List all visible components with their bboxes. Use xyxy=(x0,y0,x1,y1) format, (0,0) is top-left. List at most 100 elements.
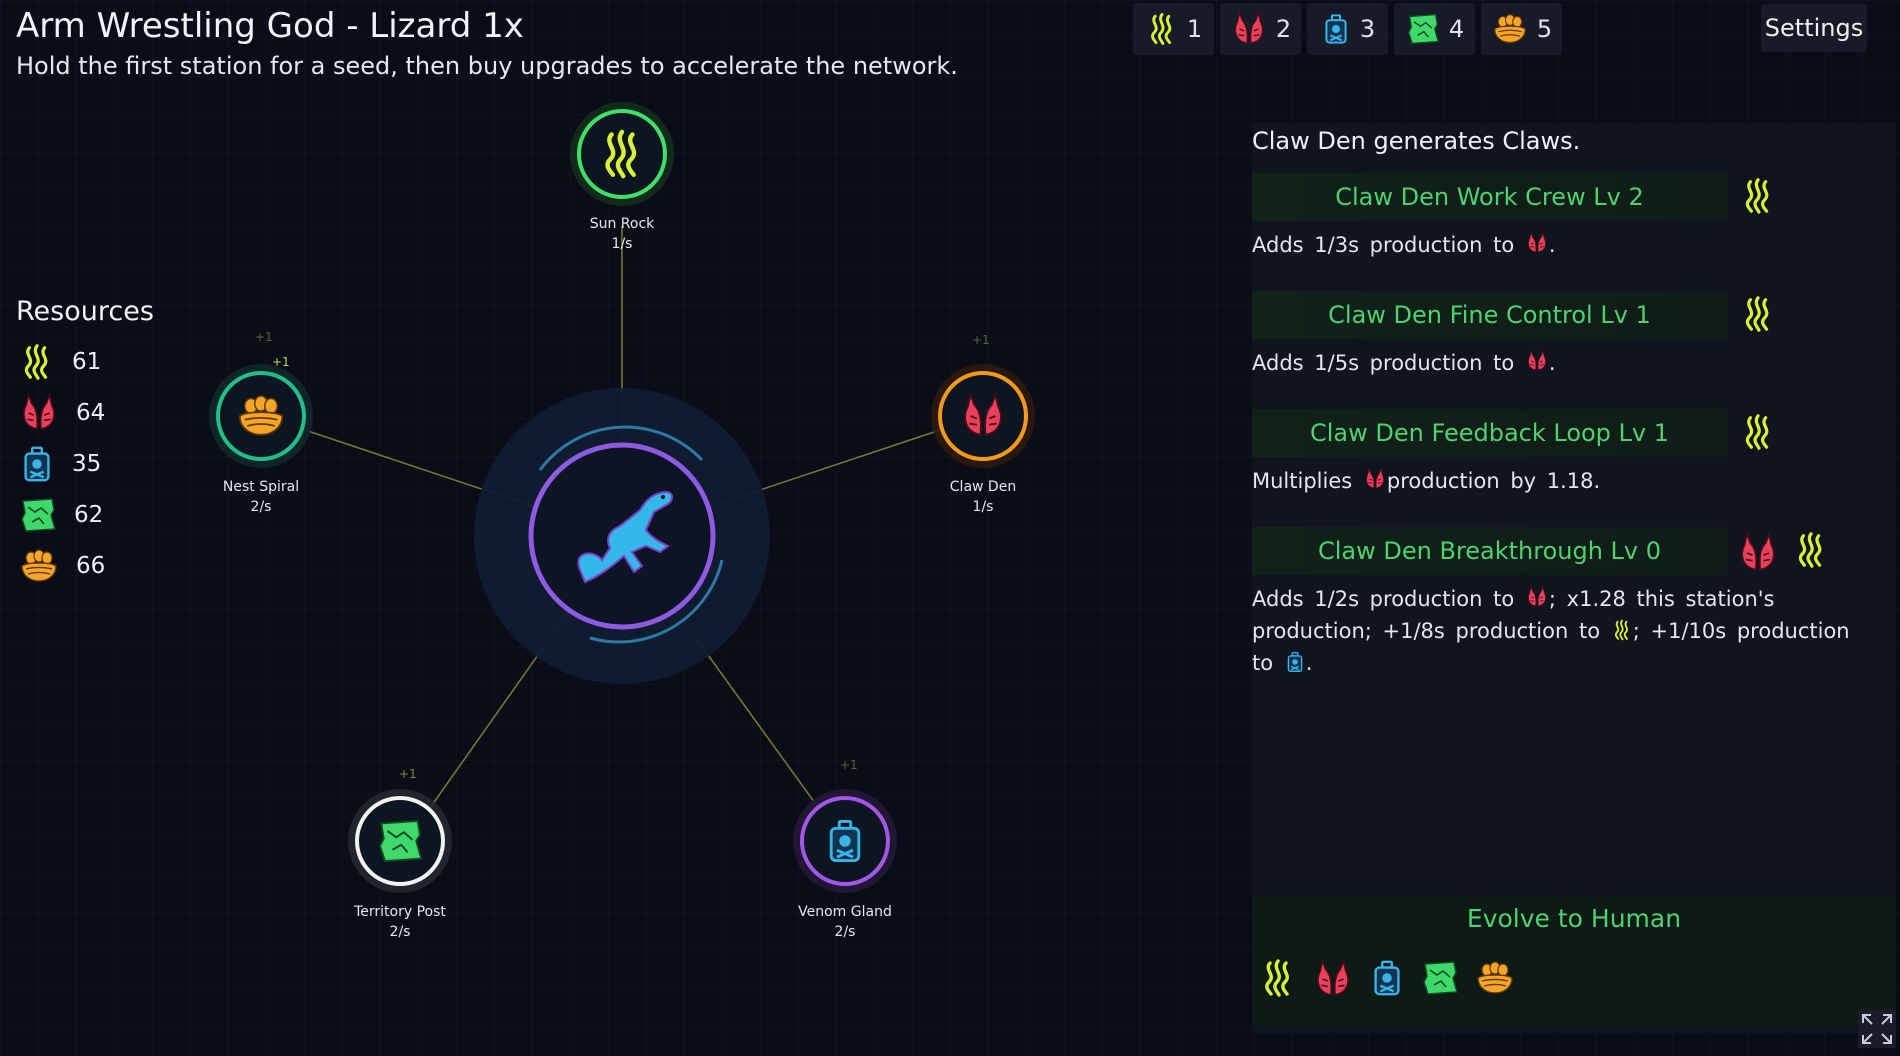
station-label-sun-rock: Sun Rock 1/s xyxy=(542,214,702,254)
resource-value: 66 xyxy=(76,553,106,579)
nest-icon xyxy=(18,546,60,586)
upgrade-description: Multiplies production by 1.18. xyxy=(1252,465,1852,497)
station-territory-post[interactable] xyxy=(348,789,452,893)
hotbar-slot-3[interactable]: 3 xyxy=(1307,3,1388,55)
desc-text: Multiplies xyxy=(1252,469,1353,493)
hotbar-slot-5[interactable]: 5 xyxy=(1481,3,1562,55)
flame-icon xyxy=(1258,958,1298,998)
resource-value: 35 xyxy=(72,451,102,477)
station-venom-gland[interactable] xyxy=(793,789,897,893)
upgrade-description: Adds 1/2s production to ; x1.28 this sta… xyxy=(1252,583,1852,679)
hotbar-key: 2 xyxy=(1275,15,1292,43)
evolve-cost xyxy=(1258,958,1516,1000)
hotbar-slot-1[interactable]: 1 xyxy=(1133,3,1214,55)
station-panel: Claw Den generates Claws. Claw Den Work … xyxy=(1252,123,1896,1033)
upgrade-description: Adds 1/3s production to . xyxy=(1252,229,1852,261)
flame-icon xyxy=(1145,12,1179,46)
flame-icon xyxy=(1739,177,1777,215)
station-rate: 2/s xyxy=(389,924,411,940)
fullscreen-button[interactable] xyxy=(1858,1010,1896,1048)
desc-text: Adds 1/5s production to xyxy=(1252,351,1515,375)
hotbar: 1 2 3 4 5 xyxy=(1133,3,1562,55)
claw-icon xyxy=(1525,231,1549,255)
nest-icon xyxy=(1474,958,1516,998)
resource-row-territory: 62 xyxy=(18,493,103,537)
gain-float: +1 xyxy=(399,767,417,781)
venom-icon xyxy=(1368,958,1406,998)
desc-text: production by 1.18. xyxy=(1386,469,1601,493)
claw-icon xyxy=(1363,467,1387,491)
nest-icon xyxy=(238,395,284,436)
station-rate: 2/s xyxy=(250,499,272,515)
station-name: Territory Post xyxy=(354,904,446,920)
nest-icon xyxy=(1491,11,1529,47)
upgrade-breakthrough: Claw Den Breakthrough Lv 0 Adds 1/2s pro… xyxy=(1252,527,1896,707)
upgrade-cost xyxy=(1739,295,1777,333)
station-rate: 1/s xyxy=(972,499,994,515)
station-sun-rock[interactable] xyxy=(570,102,674,206)
desc-text: Adds 1/2s production to xyxy=(1252,587,1515,611)
territory-icon xyxy=(1405,11,1441,47)
desc-text: Adds 1/3s production to xyxy=(1252,233,1515,257)
hotbar-key: 4 xyxy=(1448,15,1465,43)
hotbar-slot-2[interactable]: 2 xyxy=(1220,3,1301,55)
territory-icon xyxy=(379,820,423,862)
flame-icon xyxy=(1739,413,1777,451)
venom-icon xyxy=(1320,12,1352,46)
page-subtitle: Hold the first station for a seed, then … xyxy=(16,52,958,80)
upgrade-buy-button[interactable]: Claw Den Fine Control Lv 1 xyxy=(1252,291,1727,339)
expand-icon xyxy=(1862,1014,1892,1044)
desc-text: . xyxy=(1548,351,1556,375)
gain-float: +1 xyxy=(840,758,858,772)
gain-float: +1 xyxy=(255,330,273,344)
station-name: Venom Gland xyxy=(798,904,892,920)
venom-icon xyxy=(829,820,861,862)
hotbar-key: 3 xyxy=(1359,15,1376,43)
station-label-claw-den: Claw Den 1/s xyxy=(903,477,1063,517)
lizard-core[interactable] xyxy=(474,388,770,684)
resource-row-venom: 35 xyxy=(18,442,101,486)
upgrade-buy-button[interactable]: Claw Den Work Crew Lv 2 xyxy=(1252,173,1727,221)
hotbar-key: 5 xyxy=(1536,15,1553,43)
upgrade-description: Adds 1/5s production to . xyxy=(1252,347,1852,379)
venom-icon xyxy=(1284,651,1306,673)
upgrade-cost xyxy=(1736,531,1830,575)
upgrade-fine-control: Claw Den Fine Control Lv 1 Adds 1/5s pro… xyxy=(1252,291,1896,391)
resource-row-nest: 66 xyxy=(18,544,105,588)
desc-text: . xyxy=(1305,651,1313,675)
station-name: Nest Spiral xyxy=(222,479,300,495)
claw-icon xyxy=(1312,958,1354,1000)
settings-button[interactable]: Settings xyxy=(1761,4,1867,52)
station-label-nest-spiral: Nest Spiral 2/s xyxy=(181,477,341,517)
station-rate: 1/s xyxy=(611,236,633,252)
flame-icon xyxy=(18,343,56,381)
flame-icon xyxy=(1792,531,1830,569)
gain-float: +1 xyxy=(972,333,990,347)
flame-icon xyxy=(1739,295,1777,333)
flame-icon xyxy=(1611,619,1633,641)
station-nest-spiral[interactable] xyxy=(209,364,313,468)
upgrade-work-crew: Claw Den Work Crew Lv 2 Adds 1/3s produc… xyxy=(1252,173,1896,273)
station-claw-den[interactable] xyxy=(931,364,1035,468)
claw-icon xyxy=(18,392,60,434)
evolve-button[interactable]: Evolve to Human xyxy=(1252,904,1896,933)
claw-icon xyxy=(1736,531,1780,575)
hotbar-slot-4[interactable]: 4 xyxy=(1394,3,1475,55)
upgrade-buy-button[interactable]: Claw Den Feedback Loop Lv 1 xyxy=(1252,409,1727,457)
hotbar-key: 1 xyxy=(1186,15,1203,43)
venom-icon xyxy=(18,444,56,484)
panel-heading: Claw Den generates Claws. xyxy=(1252,127,1581,155)
desc-text: . xyxy=(1548,233,1556,257)
page-title: Arm Wrestling God - Lizard 1x xyxy=(16,6,524,46)
territory-icon xyxy=(18,495,58,535)
upgrade-buy-button[interactable]: Claw Den Breakthrough Lv 0 xyxy=(1252,527,1727,575)
station-name: Claw Den xyxy=(949,479,1017,495)
resource-row-flame: 61 xyxy=(18,340,101,384)
territory-icon xyxy=(1420,958,1460,998)
station-label-territory-post: Territory Post 2/s xyxy=(320,902,480,942)
upgrade-cost xyxy=(1739,413,1777,451)
claw-icon xyxy=(1525,349,1549,373)
resources-title: Resources xyxy=(16,296,154,327)
station-rate: 2/s xyxy=(834,924,856,940)
gain-float: +1 xyxy=(272,355,290,369)
